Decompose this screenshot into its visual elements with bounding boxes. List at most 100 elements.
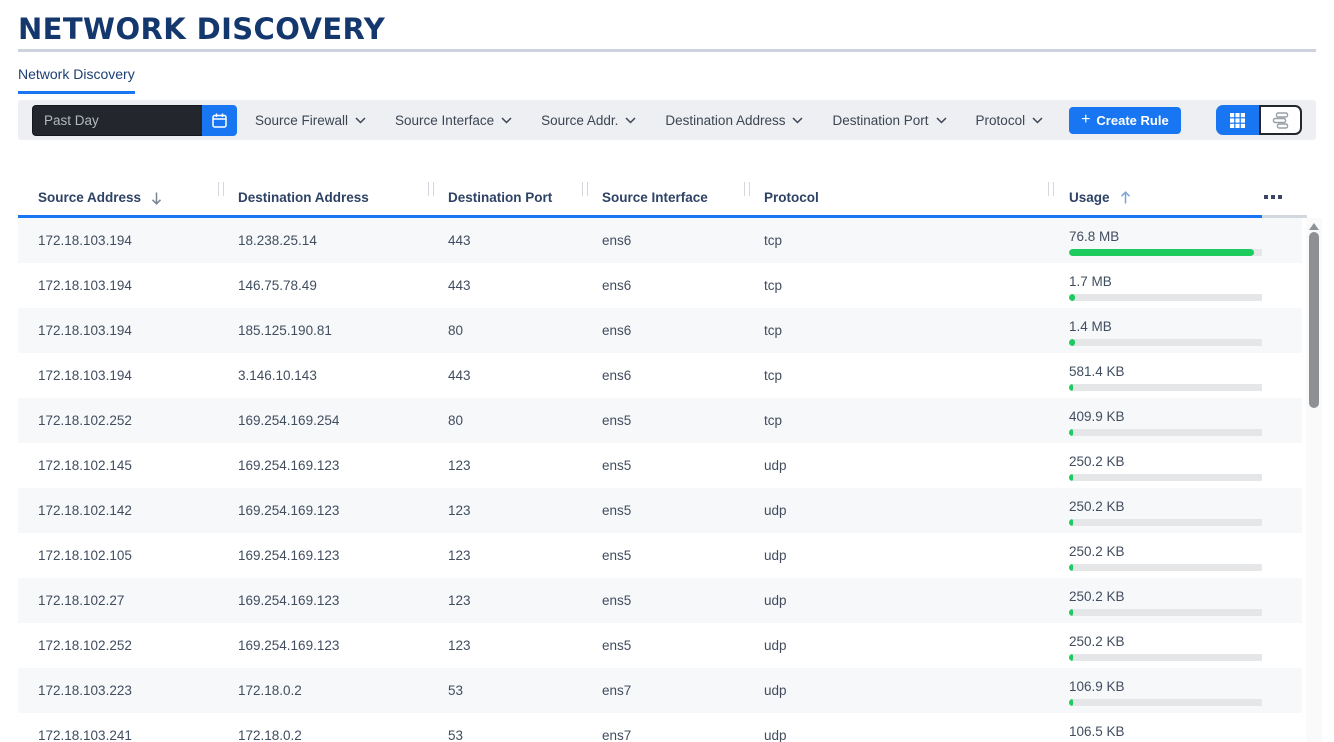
- cell-destination-port: 53: [428, 713, 582, 742]
- cell-destination-address: 169.254.169.254: [218, 398, 428, 443]
- table-view-button[interactable]: [1216, 105, 1259, 135]
- usage-bar-fill: [1069, 699, 1073, 706]
- cell-source-address: 172.18.102.252: [18, 398, 218, 443]
- cell-usage: 250.2 KB: [1048, 443, 1262, 488]
- table-row[interactable]: 172.18.103.194185.125.190.8180ens6tcp1.4…: [18, 308, 1302, 353]
- scroll-up-icon[interactable]: [1309, 223, 1319, 230]
- table-header: Source Address Destination Address Desti…: [18, 179, 1302, 215]
- column-header-source-interface[interactable]: Source Interface: [582, 179, 744, 215]
- cell-protocol: udp: [744, 623, 1048, 668]
- date-range-input[interactable]: [32, 105, 202, 136]
- column-header-destination-address[interactable]: Destination Address: [218, 179, 428, 215]
- table-body: 172.18.103.19418.238.25.14443ens6tcp76.8…: [18, 218, 1302, 742]
- table-row[interactable]: 172.18.103.1943.146.10.143443ens6tcp581.…: [18, 353, 1302, 398]
- calendar-icon: [211, 112, 228, 129]
- usage-bar-fill: [1069, 249, 1254, 256]
- filter-label: Destination Port: [832, 113, 928, 128]
- cell-destination-port: 443: [428, 353, 582, 398]
- cell-source-interface: ens6: [582, 353, 744, 398]
- usage-bar: [1069, 294, 1262, 301]
- cell-destination-address: 185.125.190.81: [218, 308, 428, 353]
- cell-source-address: 172.18.103.194: [18, 263, 218, 308]
- table-row[interactable]: 172.18.103.241172.18.0.253ens7udp106.5 K…: [18, 713, 1302, 742]
- cell-usage: 250.2 KB: [1048, 578, 1262, 623]
- usage-value: 1.4 MB: [1069, 319, 1112, 334]
- calendar-button[interactable]: [202, 105, 237, 136]
- usage-bar: [1069, 474, 1262, 481]
- chevron-down-icon: [625, 117, 636, 124]
- usage-value: 106.9 KB: [1069, 679, 1125, 694]
- usage-bar: [1069, 429, 1262, 436]
- filter-source-addr[interactable]: Source Addr.: [541, 113, 636, 128]
- cell-destination-port: 443: [428, 218, 582, 263]
- cell-destination-port: 80: [428, 308, 582, 353]
- cell-actions: [1262, 533, 1302, 578]
- table-row[interactable]: 172.18.103.194146.75.78.49443ens6tcp1.7 …: [18, 263, 1302, 308]
- scrollbar-thumb[interactable]: [1309, 232, 1319, 408]
- filter-source-firewall[interactable]: Source Firewall: [255, 113, 366, 128]
- cell-protocol: udp: [744, 668, 1048, 713]
- filter-label: Source Interface: [395, 113, 494, 128]
- cell-protocol: udp: [744, 488, 1048, 533]
- cell-usage: 1.7 MB: [1048, 263, 1262, 308]
- cell-usage: 106.5 KB: [1048, 713, 1262, 742]
- filter-destination-port[interactable]: Destination Port: [832, 113, 946, 128]
- filter-label: Source Addr.: [541, 113, 618, 128]
- column-header-source-address[interactable]: Source Address: [18, 179, 218, 215]
- cell-actions: [1262, 668, 1302, 713]
- column-header-protocol[interactable]: Protocol: [744, 179, 1048, 215]
- more-options-icon: [1264, 195, 1268, 199]
- create-rule-button[interactable]: + Create Rule: [1069, 107, 1181, 134]
- table-row[interactable]: 172.18.103.19418.238.25.14443ens6tcp76.8…: [18, 218, 1302, 263]
- cell-destination-address: 169.254.169.123: [218, 488, 428, 533]
- filter-destination-address[interactable]: Destination Address: [665, 113, 803, 128]
- page-title: NETWORK DISCOVERY: [18, 12, 385, 46]
- usage-value: 581.4 KB: [1069, 364, 1125, 379]
- cell-actions: [1262, 353, 1302, 398]
- tab-network-discovery[interactable]: Network Discovery: [18, 66, 135, 94]
- usage-bar-fill: [1069, 564, 1073, 571]
- table-row[interactable]: 172.18.103.223172.18.0.253ens7udp106.9 K…: [18, 668, 1302, 713]
- cell-source-address: 172.18.103.194: [18, 308, 218, 353]
- cell-source-interface: ens6: [582, 218, 744, 263]
- column-header-destination-port[interactable]: Destination Port: [428, 179, 582, 215]
- cell-protocol: tcp: [744, 353, 1048, 398]
- chevron-down-icon: [936, 117, 947, 124]
- cell-usage: 581.4 KB: [1048, 353, 1262, 398]
- cell-destination-port: 123: [428, 488, 582, 533]
- cell-source-address: 172.18.103.194: [18, 218, 218, 263]
- usage-value: 250.2 KB: [1069, 454, 1125, 469]
- cell-actions: [1262, 488, 1302, 533]
- cell-source-address: 172.18.103.223: [18, 668, 218, 713]
- table-scrollbar[interactable]: [1306, 218, 1322, 742]
- usage-value: 250.2 KB: [1069, 634, 1125, 649]
- flow-view-icon: [1272, 112, 1290, 129]
- usage-value: 250.2 KB: [1069, 499, 1125, 514]
- filter-protocol[interactable]: Protocol: [976, 113, 1044, 128]
- cell-protocol: tcp: [744, 398, 1048, 443]
- cell-destination-port: 123: [428, 443, 582, 488]
- cell-destination-port: 123: [428, 533, 582, 578]
- table-row[interactable]: 172.18.102.142169.254.169.123123ens5udp2…: [18, 488, 1302, 533]
- filter-source-interface[interactable]: Source Interface: [395, 113, 512, 128]
- chevron-down-icon: [501, 117, 512, 124]
- usage-bar-fill: [1069, 294, 1075, 301]
- cell-protocol: tcp: [744, 218, 1048, 263]
- usage-bar: [1069, 384, 1262, 391]
- table-row[interactable]: 172.18.102.252169.254.169.25480ens5tcp40…: [18, 398, 1302, 443]
- usage-bar: [1069, 699, 1262, 706]
- create-rule-label: Create Rule: [1096, 113, 1168, 128]
- table-row[interactable]: 172.18.102.27169.254.169.123123ens5udp25…: [18, 578, 1302, 623]
- column-label: Protocol: [764, 190, 819, 205]
- column-header-usage[interactable]: Usage: [1048, 179, 1262, 215]
- more-options-button[interactable]: [1262, 179, 1302, 215]
- usage-bar: [1069, 339, 1262, 346]
- table-row[interactable]: 172.18.102.145169.254.169.123123ens5udp2…: [18, 443, 1302, 488]
- usage-value: 76.8 MB: [1069, 229, 1119, 244]
- table-row[interactable]: 172.18.102.252169.254.169.123123ens5udp2…: [18, 623, 1302, 668]
- chevron-down-icon: [792, 117, 803, 124]
- usage-value: 250.2 KB: [1069, 589, 1125, 604]
- flow-view-button[interactable]: [1259, 105, 1302, 135]
- table-row[interactable]: 172.18.102.105169.254.169.123123ens5udp2…: [18, 533, 1302, 578]
- cell-actions: [1262, 623, 1302, 668]
